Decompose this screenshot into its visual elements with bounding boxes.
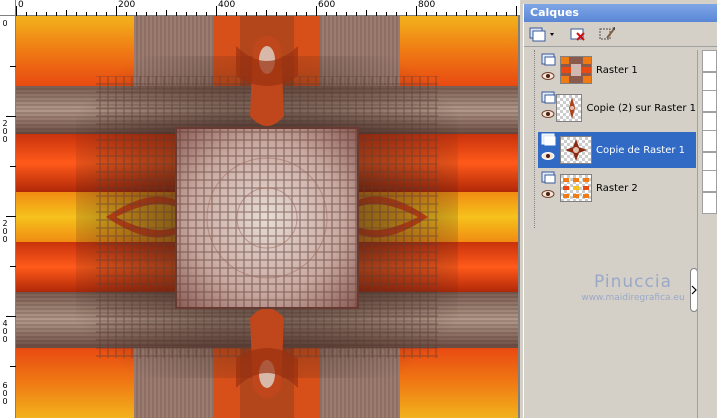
- ruler-top-ticks: [16, 6, 517, 16]
- ruler-left: 0 2 0 0 2 0 0 4 0 0 6 0 0: [0, 16, 16, 418]
- layer-properties-icon: [599, 27, 615, 40]
- layer-icons: [538, 90, 556, 126]
- thumbnail-image: [561, 175, 591, 201]
- strip-cell[interactable]: [702, 90, 717, 112]
- image-canvas[interactable]: [16, 16, 518, 418]
- eye-icon[interactable]: [538, 90, 558, 126]
- watermark-url: www.maidiregrafica.eu: [581, 293, 685, 303]
- layer-row-raster-2[interactable]: Raster 2: [538, 170, 696, 206]
- layer-name: Raster 1: [596, 64, 638, 76]
- watermark: Pinuccia www.maidiregrafica.eu: [573, 272, 693, 303]
- layer-name: Raster 2: [596, 182, 638, 194]
- watermark-title: Pinuccia: [594, 272, 672, 292]
- new-layer-icon: [529, 27, 554, 42]
- thumbnail-image: [561, 137, 591, 163]
- layer-thumbnail: [556, 94, 583, 122]
- layer-thumbnail: [560, 174, 592, 202]
- ruler-left-ticks: [6, 66, 16, 367]
- strip-cell[interactable]: [702, 130, 717, 152]
- layer-row-copie-de-raster-1[interactable]: Copie de Raster 1: [538, 132, 696, 168]
- layer-name: Copie (2) sur Raster 1: [586, 102, 696, 114]
- ruler-corner: [0, 0, 16, 16]
- layers-palette: Calques Raster 1 Copie (2) sur Raster 1 …: [523, 4, 717, 418]
- eye-icon[interactable]: [538, 132, 558, 168]
- thumbnail-image: [557, 95, 582, 121]
- layer-icons: [538, 170, 558, 206]
- thumbnail-image: [561, 57, 591, 83]
- strip-cell[interactable]: [702, 50, 717, 72]
- layer-thumbnail: [560, 136, 592, 164]
- eye-icon[interactable]: [538, 170, 558, 206]
- palette-title[interactable]: Calques: [524, 4, 717, 22]
- new-layer-button[interactable]: [528, 25, 558, 43]
- ruler-top: 0 200 400 600 800: [16, 0, 520, 16]
- layer-list: Raster 1 Copie (2) sur Raster 1 Copie de…: [532, 50, 696, 230]
- strip-cell[interactable]: [702, 192, 717, 214]
- layer-thumbnail: [560, 56, 592, 84]
- palette-divider: [697, 50, 698, 418]
- layer-row-copie-2[interactable]: Copie (2) sur Raster 1: [538, 90, 696, 126]
- tree-line: [534, 50, 536, 228]
- layer-icons: [538, 132, 558, 168]
- delete-layer-icon: [570, 28, 585, 41]
- strip-cell[interactable]: [702, 170, 717, 192]
- delete-layer-button[interactable]: [568, 25, 588, 43]
- layer-properties-button[interactable]: [598, 25, 618, 43]
- layer-row-raster-1[interactable]: Raster 1: [538, 52, 696, 88]
- palette-toolbar: [524, 22, 717, 47]
- properties-strip: [700, 50, 717, 418]
- layer-icons: [538, 52, 558, 88]
- kaleidoscope-artwork: [16, 16, 518, 418]
- canvas-window: 0 200 400 600 800 0 2 0 0 2 0 0 4 0 0 6 …: [0, 0, 520, 418]
- eye-icon[interactable]: [538, 52, 558, 88]
- layer-name: Copie de Raster 1: [596, 144, 686, 156]
